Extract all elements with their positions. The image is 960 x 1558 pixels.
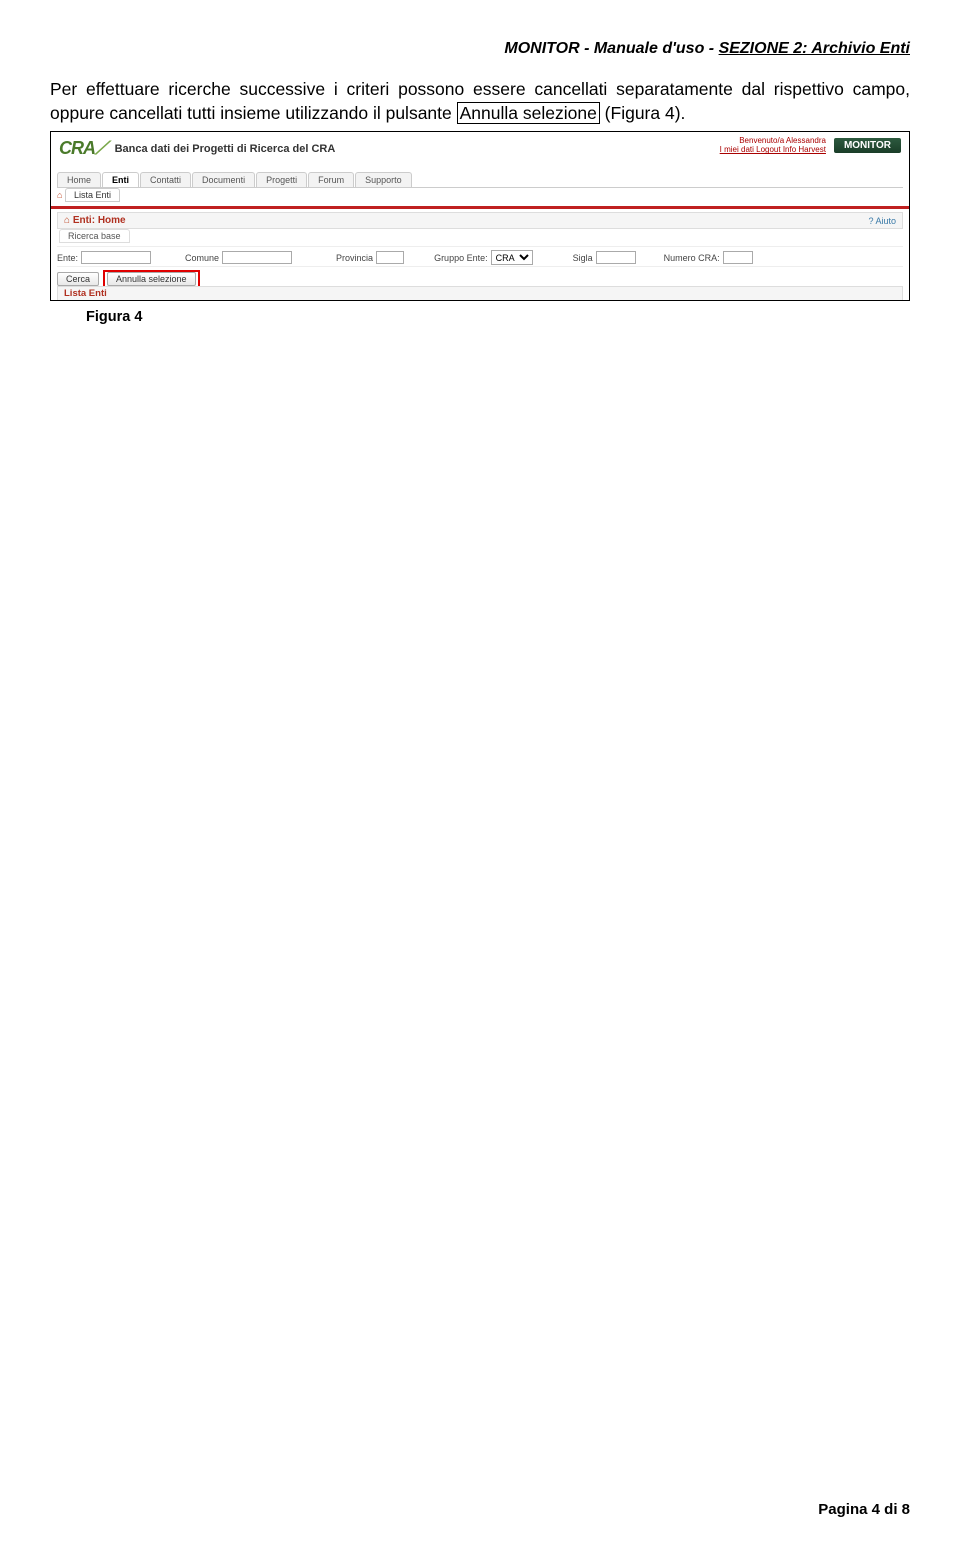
ricerca-base-tab[interactable]: Ricerca base <box>59 229 130 243</box>
red-divider <box>51 206 909 209</box>
figure-caption: Figura 4 <box>86 309 910 325</box>
cra-logo: CRA⟋ <box>59 138 107 159</box>
tab-home[interactable]: Home <box>57 172 101 187</box>
input-comune[interactable] <box>222 251 292 264</box>
label-provincia: Provincia <box>336 253 373 263</box>
page-footer: Pagina 4 di 8 <box>818 1501 910 1518</box>
tab-enti[interactable]: Enti <box>102 172 139 187</box>
header-right: SEZIONE 2: Archivio Enti <box>719 40 910 57</box>
monitor-logo: MONITOR <box>834 138 901 153</box>
subtab-lista-enti[interactable]: Lista Enti <box>65 188 120 202</box>
label-numero: Numero CRA: <box>664 253 720 263</box>
top-user-bar: Benvenuto/a Alessandra I miei dati Logou… <box>720 136 901 154</box>
section-title: Enti: Home <box>73 215 126 226</box>
cra-subtitle: Banca dati dei Progetti di Ricerca del C… <box>115 143 336 155</box>
input-numero[interactable] <box>723 251 753 264</box>
user-link-row[interactable]: I miei dati Logout Info Harvest <box>720 145 826 154</box>
label-ente: Ente: <box>57 253 78 263</box>
tab-contatti[interactable]: Contatti <box>140 172 191 187</box>
tab-progetti[interactable]: Progetti <box>256 172 307 187</box>
label-sigla: Sigla <box>573 253 593 263</box>
input-provincia[interactable] <box>376 251 404 264</box>
label-comune: Comune <box>185 253 219 263</box>
cerca-button[interactable]: Cerca <box>57 272 99 286</box>
sub-tabs: ⌂ Lista Enti <box>57 188 120 202</box>
screenshot-figure: CRA⟋ Banca dati dei Progetti di Ricerca … <box>50 131 910 301</box>
input-ente[interactable] <box>81 251 151 264</box>
help-link[interactable]: ? Aiuto <box>868 216 896 226</box>
paragraph-post: (Figura 4). <box>600 103 686 123</box>
user-links: Benvenuto/a Alessandra I miei dati Logou… <box>720 136 826 154</box>
document-header: MONITOR - Manuale d'uso - SEZIONE 2: Arc… <box>50 40 910 58</box>
header-left: MONITOR - Manuale d'uso - <box>504 40 718 57</box>
leaf-icon: ⟋ <box>95 138 107 158</box>
input-sigla[interactable] <box>596 251 636 264</box>
lista-enti-bar: Lista Enti <box>57 286 903 301</box>
main-tabs: Home Enti Contatti Documenti Progetti Fo… <box>57 172 903 188</box>
body-paragraph: Per effettuare ricerche successive i cri… <box>50 78 910 125</box>
button-row: Cerca Annulla selezione <box>57 266 903 288</box>
tab-supporto[interactable]: Supporto <box>355 172 412 187</box>
search-fields-row: Ente: Comune Provincia Gruppo Ente:CRA S… <box>57 246 903 265</box>
select-gruppo[interactable]: CRA <box>491 250 533 265</box>
paragraph-boxed: Annulla selezione <box>457 102 600 124</box>
tab-documenti[interactable]: Documenti <box>192 172 255 187</box>
annulla-selezione-button[interactable]: Annulla selezione <box>107 272 196 286</box>
home-icon: ⌂ <box>64 215 73 226</box>
home-icon: ⌂ <box>57 190 62 200</box>
welcome-text: Benvenuto/a Alessandra <box>739 136 826 145</box>
section-bar: ⌂ Enti: Home ? Aiuto <box>57 212 903 229</box>
app-title-bar: CRA⟋ Banca dati dei Progetti di Ricerca … <box>59 138 335 159</box>
label-gruppo: Gruppo Ente: <box>434 253 488 263</box>
tab-forum[interactable]: Forum <box>308 172 354 187</box>
